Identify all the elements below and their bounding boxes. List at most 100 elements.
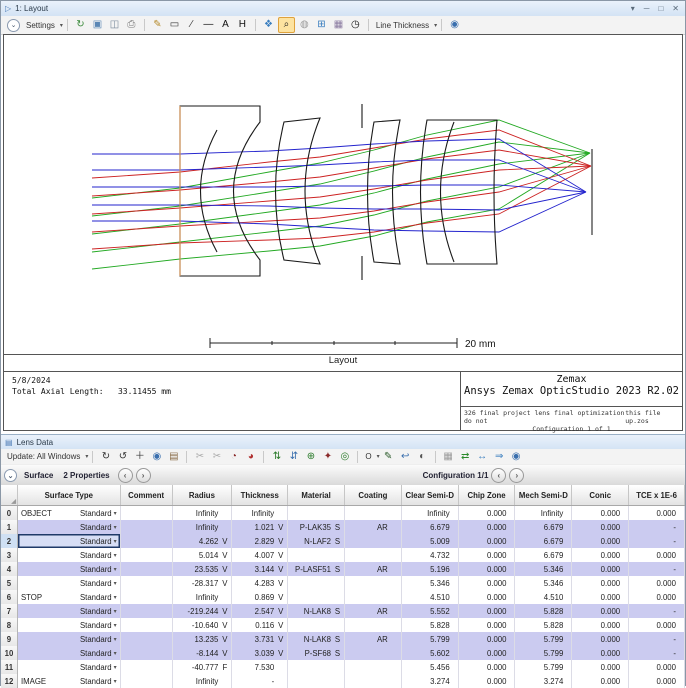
row-number-cell[interactable]: 10 [1,646,18,660]
tce-cell[interactable]: - [629,604,685,618]
lock-icon[interactable]: ◍ [297,18,312,32]
solve-indicator[interactable]: V [218,607,231,616]
coating-cell[interactable]: AR [345,632,402,646]
surface-type-cell[interactable]: Standard ▾ [18,576,121,590]
row-number-cell[interactable]: 8 [1,618,18,632]
comment-cell[interactable] [121,590,173,604]
mech-semi-diameter-cell[interactable]: 4.510 [515,590,573,604]
config-prev-button[interactable]: ‹ [491,468,507,483]
minimize-button[interactable]: ─ [644,4,650,13]
crosshair-icon[interactable]: ＋ [132,450,147,464]
coating-cell[interactable] [345,618,402,632]
tce-cell[interactable]: - [629,632,685,646]
rotate-cw-icon[interactable]: ↻ [98,450,113,464]
header-conic[interactable]: Conic [572,485,630,505]
mech-semi-diameter-cell[interactable]: 5.799 [515,632,573,646]
comment-cell[interactable] [121,604,173,618]
surface-type-cell[interactable]: Standard ▾ [18,660,121,674]
tce-cell[interactable]: - [629,646,685,660]
thickness-cell[interactable]: Infinity [232,506,289,520]
comment-cell[interactable] [121,534,173,548]
row-number-cell[interactable]: 11 [1,660,18,674]
row-number-cell[interactable]: 3 [1,548,18,562]
conic-cell[interactable]: 0.000 [572,506,630,520]
chip-zone-cell[interactable]: 0.000 [459,632,516,646]
chip-zone-cell[interactable]: 0.000 [459,618,516,632]
tce-cell[interactable]: - [629,520,685,534]
solve-indicator[interactable]: S [331,565,344,574]
chip-zone-cell[interactable]: 0.000 [459,534,516,548]
clear-semi-diameter-cell[interactable]: 5.196 [402,562,459,576]
clear-semi-diameter-cell[interactable]: 4.510 [402,590,459,604]
comment-cell[interactable] [121,562,173,576]
mech-semi-diameter-cell[interactable]: 6.679 [515,534,573,548]
tce-cell[interactable]: 0.000 [629,576,685,590]
help-icon[interactable]: ◉ [447,18,462,32]
line-tool-icon[interactable]: — [201,18,216,32]
thickness-cell[interactable]: 4.007 V [232,548,289,562]
fit-window-icon[interactable]: ⊞ [314,18,329,32]
header-surface-type[interactable]: Surface Type [18,485,121,505]
material-cell[interactable] [288,618,345,632]
solve-indicator[interactable]: V [274,537,287,546]
undo-icon[interactable]: ↩ [398,450,413,464]
conic-cell[interactable]: 0.000 [572,576,630,590]
surface-prev-button[interactable]: ‹ [117,468,133,483]
comment-cell[interactable] [121,548,173,562]
solve-indicator[interactable]: V [218,635,231,644]
thickness-cell[interactable]: 0.869 V [232,590,289,604]
radius-cell[interactable]: 23.535 V [173,562,233,576]
print-icon[interactable]: ⎙ [124,18,139,32]
surface-type-dropdown[interactable]: Standard ▾ [80,523,120,532]
solve-indicator[interactable]: S [331,523,344,532]
solve-indicator[interactable]: V [218,621,231,630]
config-next-button[interactable]: › [509,468,525,483]
thickness-cell[interactable]: 0.116 V [232,618,289,632]
radius-cell[interactable]: 4.262 V [173,534,233,548]
header-radius[interactable]: Radius [173,485,233,505]
radius-cell[interactable]: 5.014 V [173,548,233,562]
surface-type-dropdown[interactable]: Standard ▾ [80,677,120,686]
solve-indicator[interactable]: V [274,565,287,574]
chip-zone-cell[interactable]: 0.000 [459,660,516,674]
radius-cell[interactable]: Infinity [173,506,233,520]
text-tool-icon[interactable]: A [218,18,233,32]
surface-type-cell[interactable]: Standard ▾ [18,562,121,576]
thickness-cell[interactable]: 2.547 V [232,604,289,618]
circle-tool-dropdown[interactable]: O ▾ [362,452,379,461]
header-mech-semi-d[interactable]: Mech Semi-D [515,485,573,505]
radius-cell[interactable]: Infinity [173,520,233,534]
solve-indicator[interactable]: V [274,579,287,588]
chip-zone-cell[interactable]: 0.000 [459,604,516,618]
solve-indicator[interactable]: V [218,537,231,546]
stop-surface-icon[interactable]: ✦ [320,450,335,464]
chip-zone-cell[interactable]: 0.000 [459,562,516,576]
zoom-icon[interactable]: ⌕ [277,17,295,33]
solve-indicator[interactable]: S [331,649,344,658]
clear-semi-diameter-cell[interactable]: 5.828 [402,618,459,632]
clear-semi-diameter-cell[interactable]: 4.732 [402,548,459,562]
chip-zone-cell[interactable]: 0.000 [459,646,516,660]
thickness-cell[interactable]: 3.144 V [232,562,289,576]
clear-semi-diameter-cell[interactable]: 5.456 [402,660,459,674]
refresh-icon[interactable]: ↻ [73,18,88,32]
header-comment[interactable]: Comment [121,485,173,505]
material-cell[interactable]: N-LAK8 S [288,604,345,618]
solve-indicator[interactable]: V [218,565,231,574]
coating-cell[interactable] [345,660,402,674]
save-image-icon[interactable]: ◫ [107,18,122,32]
header-material[interactable]: Material [288,485,345,505]
cut-paste-icon[interactable]: ✂ [209,450,224,464]
mech-semi-diameter-cell[interactable]: 6.679 [515,520,573,534]
solve-pencil-icon[interactable]: ✎ [381,450,396,464]
thickness-cell[interactable]: 1.021 V [232,520,289,534]
go-next-icon[interactable]: ⇒ [492,450,507,464]
window-menu-button[interactable]: ▾ [631,4,635,13]
material-cell[interactable]: P-LASF51 S [288,562,345,576]
material-cell[interactable] [288,660,345,674]
surface-type-cell[interactable]: Standard ▾ [17,534,121,548]
surface-type-cell[interactable]: Standard ▾ [18,520,121,534]
surface-type-cell[interactable]: Standard ▾ [18,604,121,618]
tce-cell[interactable]: - [629,534,685,548]
catalog-icon[interactable]: ▤ [166,450,181,464]
